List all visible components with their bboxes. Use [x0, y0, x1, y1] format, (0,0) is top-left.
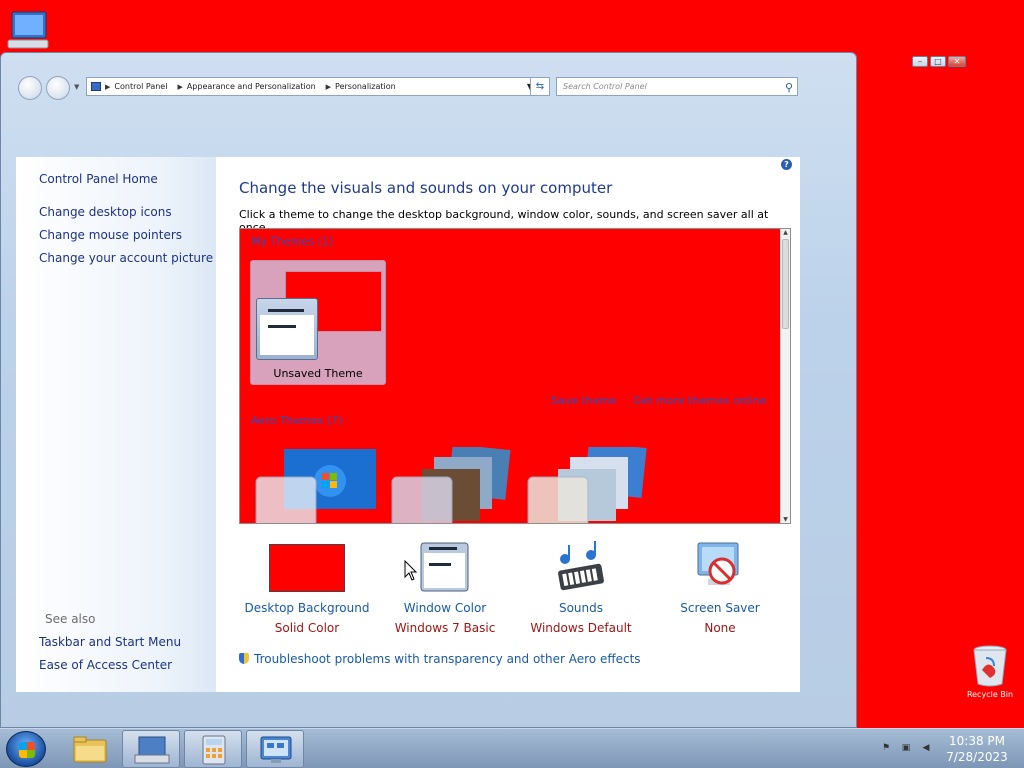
- window-color-setting[interactable]: Window Color Windows 7 Basic: [375, 541, 515, 635]
- sidebar-change-desktop-icons[interactable]: Change desktop icons: [39, 205, 172, 219]
- screen-saver-value: None: [704, 621, 736, 635]
- start-button[interactable]: [6, 731, 46, 767]
- theme-characters[interactable]: [526, 442, 648, 523]
- mouse-cursor-icon: [404, 560, 418, 581]
- theme-windows-7[interactable]: [254, 447, 376, 523]
- clock-time: 10:38 PM: [949, 734, 1005, 748]
- theme-unsaved[interactable]: Unsaved Theme: [250, 260, 386, 385]
- recent-pages-chevron-icon[interactable]: ▼: [74, 83, 79, 91]
- notification-area: ⚑ ▣ ◀ 10:38 PM 7/28/2023: [880, 729, 1014, 768]
- recycle-bin-label: Recycle Bin: [966, 690, 1014, 699]
- page-title: Change the visuals and sounds on your co…: [239, 179, 613, 197]
- breadcrumb-personalization[interactable]: Personalization: [331, 82, 402, 91]
- recycle-bin-icon: [973, 645, 1007, 687]
- screen-saver-setting[interactable]: Screen Saver None: [650, 541, 790, 635]
- taskbar-calculator[interactable]: [184, 730, 242, 768]
- sidebar-control-panel-home[interactable]: Control Panel Home: [39, 172, 158, 186]
- window-color-value: Windows 7 Basic: [394, 621, 496, 635]
- aero-themes-label: Aero Themes (7): [251, 414, 343, 427]
- troubleshoot-link[interactable]: Troubleshoot problems with transparency …: [239, 652, 641, 666]
- sounds-value: Windows Default: [530, 621, 632, 635]
- search-placeholder: Search Control Panel: [563, 82, 647, 91]
- search-input[interactable]: Search Control Panel ⚲: [556, 77, 798, 96]
- desktop-background-value: Solid Color: [274, 621, 340, 635]
- control-panel-taskbar-icon: [260, 736, 292, 763]
- taskbar-onscreen-keyboard[interactable]: [122, 730, 180, 768]
- scrollbar-thumb[interactable]: [782, 239, 789, 329]
- taskbar: ⚑ ▣ ◀ 10:38 PM 7/28/2023: [0, 728, 1024, 768]
- window-color-icon: [420, 542, 469, 592]
- window-color-label: Window Color: [403, 601, 487, 615]
- forward-button[interactable]: [46, 76, 70, 100]
- help-icon[interactable]: ?: [781, 159, 792, 170]
- shield-icon: [239, 653, 249, 664]
- sounds-icon: [558, 541, 604, 591]
- characters-theme-thumbnail-icon: [527, 442, 647, 523]
- minimize-button[interactable]: –: [912, 56, 928, 67]
- clock-date: 7/28/2023: [946, 750, 1008, 764]
- taskbar-control-panel[interactable]: [246, 730, 304, 768]
- scroll-up-icon[interactable]: ▲: [781, 229, 790, 236]
- desktop-background-icon: [269, 544, 345, 592]
- breadcrumb-appearance[interactable]: Appearance and Personalization: [183, 82, 322, 91]
- calculator-icon: [202, 735, 226, 765]
- address-bar[interactable]: ▶ Control Panel ▶ Appearance and Persona…: [86, 77, 538, 96]
- folder-icon: [73, 736, 107, 763]
- my-themes-label: My Themes (1): [251, 235, 334, 248]
- desktop-background-setting[interactable]: Desktop Background Solid Color: [237, 541, 377, 635]
- screen-saver-icon: [697, 542, 739, 585]
- window-caption-buttons: – □ ✕: [912, 56, 966, 67]
- taskbar-explorer[interactable]: [60, 730, 118, 768]
- sidebar-change-account-picture[interactable]: Change your account picture: [39, 251, 213, 265]
- navigation-bar: ▼ ▶ Control Panel ▶ Appearance and Perso…: [16, 74, 800, 102]
- keyboard-icon: [134, 736, 170, 764]
- refresh-button[interactable]: ⇆: [530, 77, 550, 96]
- action-center-flag-icon[interactable]: ⚑: [880, 743, 892, 755]
- main-content: ? Change the visuals and sounds on your …: [216, 157, 800, 692]
- recycle-bin-desktop-icon[interactable]: Recycle Bin: [962, 644, 1018, 699]
- maximize-button[interactable]: □: [930, 56, 946, 67]
- sidebar-ease-of-access[interactable]: Ease of Access Center: [39, 658, 172, 672]
- computer-desktop-icon[interactable]: [6, 8, 52, 54]
- get-more-themes-link[interactable]: Get more themes online: [633, 394, 766, 407]
- windows-logo-icon: [19, 742, 35, 758]
- screen-saver-label: Screen Saver: [680, 601, 760, 615]
- sounds-setting[interactable]: Sounds Windows Default: [511, 541, 651, 635]
- desktop-background-label: Desktop Background: [244, 601, 370, 615]
- breadcrumb-control-panel[interactable]: Control Panel: [110, 82, 173, 91]
- window-color-preview-icon: [256, 298, 318, 360]
- theme-unsaved-label: Unsaved Theme: [273, 367, 363, 380]
- windows-7-theme-thumbnail-icon: [255, 449, 376, 523]
- network-icon[interactable]: ▣: [900, 743, 912, 755]
- sounds-label: Sounds: [558, 601, 604, 615]
- search-icon[interactable]: ⚲: [785, 79, 793, 96]
- back-button[interactable]: [18, 76, 42, 100]
- sidebar: Control Panel Home Change desktop icons …: [16, 157, 216, 692]
- control-panel-icon: [91, 82, 101, 91]
- sidebar-taskbar-start-menu[interactable]: Taskbar and Start Menu: [39, 635, 181, 649]
- themes-list: My Themes (1) Unsaved Theme Save theme G…: [239, 228, 791, 524]
- volume-icon[interactable]: ◀: [920, 743, 932, 755]
- themes-scrollbar[interactable]: ▲ ▼: [780, 229, 790, 523]
- see-also-heading: See also: [45, 612, 96, 626]
- save-theme-link[interactable]: Save theme: [551, 394, 617, 407]
- sidebar-change-mouse-pointers[interactable]: Change mouse pointers: [39, 228, 182, 242]
- troubleshoot-label: Troubleshoot problems with transparency …: [254, 652, 641, 666]
- theme-architecture[interactable]: [390, 444, 512, 523]
- clock[interactable]: 10:38 PM 7/28/2023: [940, 733, 1014, 765]
- architecture-theme-thumbnail-icon: [391, 444, 511, 523]
- scroll-down-icon[interactable]: ▼: [781, 516, 790, 523]
- close-button[interactable]: ✕: [948, 56, 966, 67]
